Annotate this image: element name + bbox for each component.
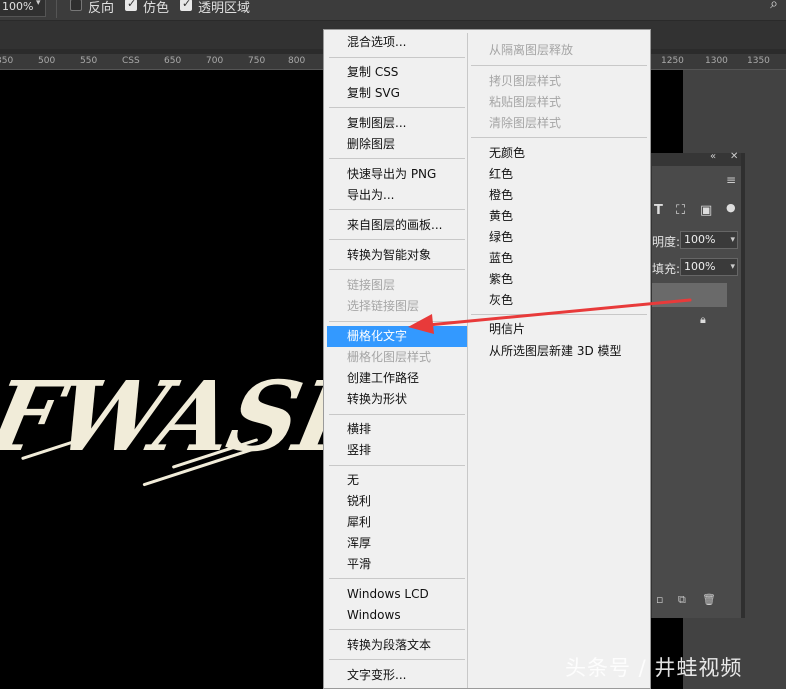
- arrow-head: [408, 314, 434, 334]
- annotation-arrow: [408, 298, 692, 334]
- arrow-shaft: [426, 298, 692, 327]
- watermark-text: 头条号 / 井蛙视频: [565, 656, 743, 680]
